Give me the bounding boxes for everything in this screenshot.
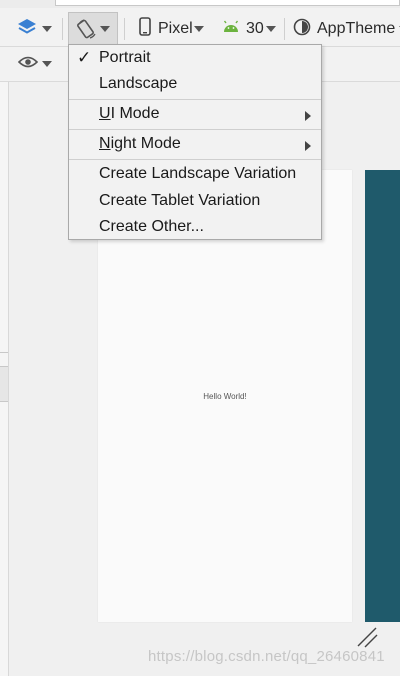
- device-label: Pixel: [158, 20, 193, 37]
- menu-item-label: Night Mode: [99, 135, 181, 152]
- chevron-down-icon: [265, 26, 276, 32]
- menu-item-landscape[interactable]: Landscape: [69, 72, 321, 98]
- resize-handle-icon[interactable]: [356, 626, 380, 650]
- toolbar-divider: [62, 18, 63, 40]
- chevron-right-icon: [305, 141, 311, 151]
- panel-divider: [0, 352, 8, 353]
- chevron-right-icon: [305, 111, 311, 121]
- api-level-label: 30: [246, 20, 264, 37]
- menu-item-portrait[interactable]: ✓ Portrait: [69, 46, 321, 72]
- menu-item-create-other[interactable]: Create Other...: [69, 215, 321, 241]
- menu-item-create-landscape-variation[interactable]: Create Landscape Variation: [69, 162, 321, 188]
- phone-icon: [138, 16, 152, 42]
- blueprint-preview[interactable]: [365, 170, 400, 622]
- top-strip: [0, 0, 400, 8]
- android-icon: [222, 20, 240, 39]
- view-options-button[interactable]: [17, 47, 52, 81]
- chevron-down-icon: [42, 61, 52, 67]
- layers-icon: [16, 16, 38, 43]
- watermark-text: https://blog.csdn.net/qq_26460841: [148, 648, 385, 665]
- orientation-menu: ✓ Portrait Landscape UI Mode Night Mode …: [68, 44, 322, 240]
- menu-separator: [69, 159, 321, 160]
- menu-item-label: Create Tablet Variation: [99, 192, 261, 209]
- menu-separator: [69, 99, 321, 100]
- menu-item-ui-mode[interactable]: UI Mode: [69, 102, 321, 128]
- menu-item-label: Landscape: [99, 75, 178, 92]
- device-selector[interactable]: Pixel: [138, 12, 204, 46]
- menu-item-label: Create Other...: [99, 218, 204, 235]
- menu-item-label: UI Mode: [99, 105, 160, 122]
- toolbar-divider: [124, 18, 125, 40]
- theme-icon: [293, 18, 311, 41]
- menu-item-label: Portrait: [99, 49, 151, 66]
- toolbar-divider: [284, 18, 285, 40]
- menu-separator: [69, 129, 321, 130]
- chevron-down-icon: [193, 26, 204, 32]
- chevron-down-icon: [100, 26, 110, 32]
- theme-selector[interactable]: AppTheme: [293, 12, 400, 46]
- top-strip-panel: [55, 0, 400, 6]
- hello-world-text: Hello World!: [203, 392, 247, 401]
- left-panel-edge: [0, 82, 9, 676]
- orientation-button[interactable]: [68, 12, 118, 45]
- panel-tab[interactable]: [0, 366, 8, 402]
- check-icon: ✓: [77, 48, 92, 67]
- menu-item-label: Create Landscape Variation: [99, 165, 297, 182]
- theme-label: AppTheme: [317, 20, 396, 37]
- chevron-down-icon: [42, 26, 52, 32]
- rotate-icon: [76, 18, 98, 45]
- menu-item-create-tablet-variation[interactable]: Create Tablet Variation: [69, 189, 321, 215]
- menu-item-night-mode[interactable]: Night Mode: [69, 132, 321, 158]
- layers-button[interactable]: [16, 12, 52, 46]
- api-level-selector[interactable]: 30: [222, 12, 276, 46]
- eye-icon: [17, 55, 39, 74]
- design-toolbar: Pixel 30 AppTheme: [0, 12, 400, 47]
